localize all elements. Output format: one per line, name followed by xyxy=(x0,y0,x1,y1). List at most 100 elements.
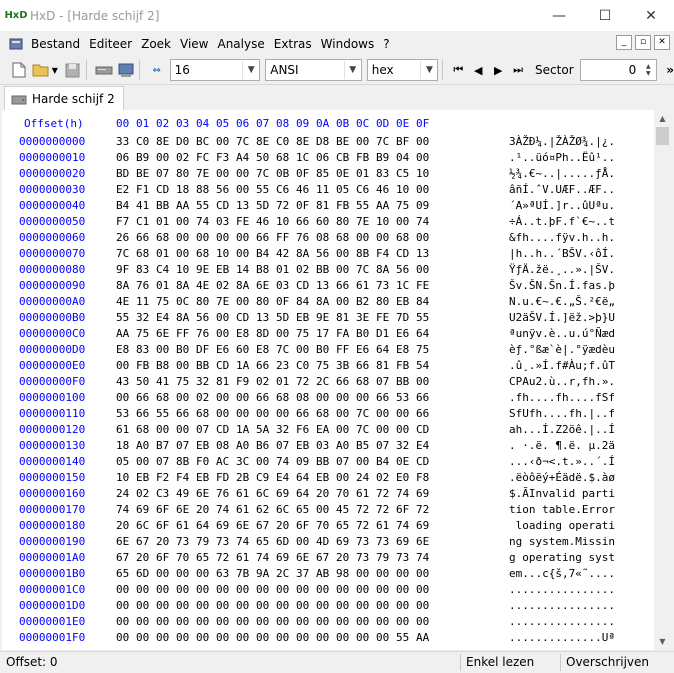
hex-byte[interactable]: 60 xyxy=(236,343,256,356)
decoded-text[interactable]: ½¾.€~..|.....ƒÅ. xyxy=(509,167,615,180)
hex-byte[interactable]: 00 xyxy=(356,615,376,628)
decoded-text[interactable]: &fh....fÿv.h..h. xyxy=(509,231,615,244)
hex-byte[interactable]: 00 xyxy=(176,631,196,644)
hex-byte[interactable]: 08 xyxy=(216,439,236,452)
hex-byte[interactable]: BB xyxy=(316,263,336,276)
maximize-button[interactable]: ☐ xyxy=(582,0,628,31)
chevron-down-icon[interactable]: ▼ xyxy=(420,61,438,79)
decoded-text[interactable]: ...‹ð¬<.t.»..´.Í xyxy=(509,455,615,468)
hex-byte[interactable]: B4 xyxy=(256,247,276,260)
hex-byte[interactable]: 0E xyxy=(336,167,356,180)
close-button[interactable]: ✕ xyxy=(628,0,674,31)
previous-sector-icon[interactable]: ◀ xyxy=(469,61,487,79)
decoded-text[interactable]: .û¸.»Í.f#Àu;f.ûT xyxy=(509,359,615,372)
hex-byte[interactable]: E6 xyxy=(396,327,416,340)
hex-byte[interactable]: CD xyxy=(216,423,236,436)
hex-byte[interactable]: 56 xyxy=(316,247,336,260)
hex-byte[interactable]: 0C xyxy=(176,295,196,308)
hex-byte[interactable]: 10 xyxy=(176,263,196,276)
hex-byte[interactable]: 69 xyxy=(136,503,156,516)
hex-byte[interactable]: 00 xyxy=(296,535,316,548)
hex-byte[interactable]: 02 xyxy=(256,375,276,388)
decoded-text[interactable]: ŸƒÄ.žë.¸..».|ŠV. xyxy=(509,263,615,276)
hex-byte[interactable]: 55 xyxy=(356,199,376,212)
scroll-down-icon[interactable]: ▼ xyxy=(654,633,671,650)
hex-byte[interactable]: C6 xyxy=(356,183,376,196)
status-readonly[interactable]: Enkel lezen xyxy=(466,655,534,669)
hex-byte[interactable]: 00 xyxy=(336,295,356,308)
hex-byte[interactable]: 00 xyxy=(336,471,356,484)
hex-byte[interactable]: 75 xyxy=(296,327,316,340)
hex-byte[interactable]: 7D xyxy=(396,311,416,324)
chevron-down-icon[interactable]: ▼ xyxy=(343,61,361,79)
hex-byte[interactable]: 66 xyxy=(416,407,436,420)
hex-byte[interactable]: 6E xyxy=(256,279,276,292)
hex-byte[interactable]: 00 xyxy=(236,167,256,180)
open-disk-icon[interactable] xyxy=(95,61,113,79)
hex-byte[interactable]: F1 xyxy=(136,183,156,196)
hex-byte[interactable]: 67 xyxy=(316,551,336,564)
hex-byte[interactable]: 65 xyxy=(256,535,276,548)
hex-byte[interactable]: 32 xyxy=(276,423,296,436)
hex-byte[interactable]: 53 xyxy=(396,391,416,404)
hex-byte[interactable]: 1A xyxy=(236,359,256,372)
hex-byte[interactable]: 62 xyxy=(256,503,276,516)
hex-byte[interactable]: 00 xyxy=(416,183,436,196)
hex-byte[interactable]: 56 xyxy=(216,183,236,196)
hex-byte[interactable]: C4 xyxy=(156,263,176,276)
hex-byte[interactable]: 00 xyxy=(136,583,156,596)
hex-byte[interactable]: 9F xyxy=(116,263,136,276)
hex-byte[interactable]: 00 xyxy=(356,391,376,404)
menu-item-help[interactable]: ? xyxy=(379,37,393,51)
hex-byte[interactable]: 66 xyxy=(376,391,396,404)
hex-byte[interactable]: 00 xyxy=(356,631,376,644)
hex-byte[interactable]: 68 xyxy=(196,247,216,260)
new-file-icon[interactable] xyxy=(10,61,28,79)
hex-byte[interactable]: E4 xyxy=(416,439,436,452)
hex-byte[interactable]: 5D xyxy=(256,199,276,212)
hex-byte[interactable]: 6F xyxy=(156,503,176,516)
hex-byte[interactable]: BB xyxy=(396,375,416,388)
hex-byte[interactable]: 81 xyxy=(376,359,396,372)
hex-byte[interactable]: 3C xyxy=(236,455,256,468)
hex-byte[interactable]: 03 xyxy=(316,439,336,452)
hex-byte[interactable]: 00 xyxy=(176,583,196,596)
hex-byte[interactable]: 56 xyxy=(396,263,416,276)
hex-byte[interactable]: 01 xyxy=(276,375,296,388)
decoded-text[interactable]: èƒ.°ßæ`è|.°ÿædèu xyxy=(509,343,615,356)
hex-byte[interactable]: B0 xyxy=(316,343,336,356)
hex-byte[interactable]: 00 xyxy=(216,615,236,628)
hex-byte[interactable]: 18 xyxy=(176,183,196,196)
hex-byte[interactable]: 11 xyxy=(136,295,156,308)
hex-byte[interactable]: E8 xyxy=(396,343,416,356)
hex-byte[interactable]: 00 xyxy=(116,391,136,404)
hex-byte[interactable]: 10 xyxy=(276,215,296,228)
hex-byte[interactable]: 7B xyxy=(236,567,256,580)
hex-byte[interactable]: 68 xyxy=(136,247,156,260)
scroll-thumb[interactable] xyxy=(656,127,669,145)
hex-byte[interactable]: 73 xyxy=(356,535,376,548)
hex-byte[interactable]: F9 xyxy=(236,375,256,388)
hex-byte[interactable]: 00 xyxy=(316,583,336,596)
hex-byte[interactable]: BB xyxy=(156,199,176,212)
hex-byte[interactable]: 00 xyxy=(416,135,436,148)
hex-byte[interactable]: 69 xyxy=(416,519,436,532)
hex-byte[interactable]: 64 xyxy=(376,343,396,356)
hex-byte[interactable]: 01 xyxy=(156,247,176,260)
hex-byte[interactable]: 07 xyxy=(376,375,396,388)
hex-byte[interactable]: 7C xyxy=(356,407,376,420)
hex-byte[interactable]: 46 xyxy=(296,183,316,196)
hex-byte[interactable]: 00 xyxy=(256,599,276,612)
hex-byte[interactable]: BB xyxy=(316,455,336,468)
hex-byte[interactable]: 06 xyxy=(316,151,336,164)
hex-byte[interactable]: AA xyxy=(176,199,196,212)
hex-byte[interactable]: 00 xyxy=(396,567,416,580)
hex-byte[interactable]: C9 xyxy=(256,471,276,484)
hex-byte[interactable]: FD xyxy=(216,471,236,484)
hex-byte[interactable]: 33 xyxy=(116,135,136,148)
hex-byte[interactable]: 74 xyxy=(416,215,436,228)
hex-byte[interactable]: CD xyxy=(296,279,316,292)
hex-byte[interactable]: CD xyxy=(396,247,416,260)
menu-item-windows[interactable]: Windows xyxy=(317,37,379,51)
hex-byte[interactable]: 72 xyxy=(216,551,236,564)
